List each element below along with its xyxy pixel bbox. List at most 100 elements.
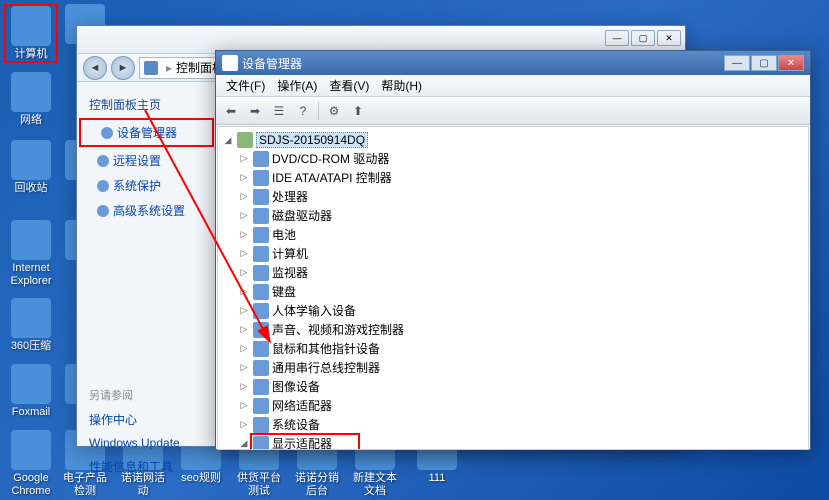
expand-icon[interactable]: ◢ xyxy=(238,438,250,449)
device-icon xyxy=(253,170,269,186)
desktop-icon[interactable]: Foxmail xyxy=(4,364,58,419)
expand-icon[interactable]: ▷ xyxy=(238,267,250,278)
tree-category[interactable]: ▷通用串行总线控制器 xyxy=(222,358,804,377)
node-label: 电池 xyxy=(272,226,296,243)
expand-icon[interactable]: ▷ xyxy=(238,286,250,297)
desktop-icon[interactable]: 网络 xyxy=(4,72,58,127)
tree-category[interactable]: ▷ 图像设备 xyxy=(222,377,804,396)
sidebar-header: 控制面板主页 xyxy=(77,92,216,117)
tree-category[interactable]: ▷ 键盘 xyxy=(222,282,804,301)
expand-icon[interactable]: ▷ xyxy=(238,324,250,335)
maximize-button[interactable]: ▢ xyxy=(631,30,655,46)
desktop-icon[interactable]: Internet Explorer xyxy=(4,220,58,288)
node-label: 网络适配器 xyxy=(272,397,332,414)
app-icon xyxy=(11,298,51,338)
device-icon xyxy=(253,398,269,414)
sidebar-link[interactable]: 设备管理器 xyxy=(79,118,214,147)
device-manager-window: 设备管理器 — ▢ ✕ 文件(F)操作(A)查看(V)帮助(H) ⬅ ➡ ☰ ?… xyxy=(215,50,811,450)
menu-item[interactable]: 帮助(H) xyxy=(375,75,428,96)
minimize-button[interactable]: — xyxy=(724,55,750,71)
expand-icon[interactable]: ▷ xyxy=(238,305,250,316)
desktop-icon[interactable]: 计算机 xyxy=(4,4,58,63)
update-icon[interactable]: ⬆ xyxy=(347,100,369,122)
tree-root[interactable]: ◢ SDJS-20150914DQ xyxy=(222,131,804,149)
app-icon xyxy=(11,72,51,112)
app-icon xyxy=(11,364,51,404)
tree-category[interactable]: ▷声音、视频和游戏控制器 xyxy=(222,320,804,339)
device-icon xyxy=(253,284,269,300)
expand-icon[interactable]: ▷ xyxy=(238,210,250,221)
tree-category[interactable]: ▷ 鼠标和其他指针设备 xyxy=(222,339,804,358)
tree-category[interactable]: ▷DVD/CD-ROM 驱动器 xyxy=(222,149,804,168)
node-label: 图像设备 xyxy=(272,378,320,395)
expand-icon[interactable]: ▷ xyxy=(238,191,250,202)
node-label: 鼠标和其他指针设备 xyxy=(272,340,380,357)
back-icon[interactable]: ⬅ xyxy=(220,100,242,122)
tree-category[interactable]: ▷ 电池 xyxy=(222,225,804,244)
tree-category[interactable]: ▷系统设备 xyxy=(222,415,804,434)
dm-titlebar[interactable]: 设备管理器 — ▢ ✕ xyxy=(216,51,810,75)
menu-item[interactable]: 文件(F) xyxy=(220,75,271,96)
close-button[interactable]: ✕ xyxy=(778,55,804,71)
desktop-icon[interactable]: 回收站 xyxy=(4,140,58,195)
tree-category[interactable]: ▷计算机 xyxy=(222,244,804,263)
node-label: 处理器 xyxy=(272,188,308,205)
desktop-icon[interactable]: 360压缩 xyxy=(4,298,58,353)
dm-title-text: 设备管理器 xyxy=(242,55,302,72)
expand-icon[interactable]: ▷ xyxy=(238,248,250,259)
tree-category[interactable]: ▷监视器 xyxy=(222,263,804,282)
see-also-link[interactable]: Windows Update xyxy=(77,432,216,454)
device-tree[interactable]: ◢ SDJS-20150914DQ▷DVD/CD-ROM 驱动器▷IDE ATA/… xyxy=(217,126,809,450)
tree-category[interactable]: ▷人体学输入设备 xyxy=(222,301,804,320)
scan-icon[interactable]: ⚙ xyxy=(323,100,345,122)
fwd-icon[interactable]: ➡ xyxy=(244,100,266,122)
icon-label: 新建文本文档 xyxy=(348,472,402,498)
expand-icon[interactable]: ▷ xyxy=(238,419,250,430)
expand-icon[interactable]: ▷ xyxy=(238,343,250,354)
tree-category[interactable]: ▷磁盘驱动器 xyxy=(222,206,804,225)
expand-icon[interactable]: ▷ xyxy=(238,229,250,240)
node-label: 键盘 xyxy=(272,283,296,300)
view-icon[interactable]: ☰ xyxy=(268,100,290,122)
device-icon xyxy=(253,227,269,243)
shield-icon xyxy=(97,180,109,192)
help-icon[interactable]: ? xyxy=(292,100,314,122)
icon-label: 回收站 xyxy=(4,182,58,195)
tree-category[interactable]: ▷ 处理器 xyxy=(222,187,804,206)
menu-item[interactable]: 操作(A) xyxy=(271,75,323,96)
collapse-icon[interactable]: ◢ xyxy=(222,135,234,146)
expand-icon[interactable]: ▷ xyxy=(238,362,250,373)
menu-item[interactable]: 查看(V) xyxy=(323,75,375,96)
minimize-button[interactable]: — xyxy=(605,30,629,46)
sidebar-link[interactable]: 远程设置 xyxy=(77,148,216,173)
sidebar-link[interactable]: 系统保护 xyxy=(77,173,216,198)
dm-menubar: 文件(F)操作(A)查看(V)帮助(H) xyxy=(216,75,810,97)
sidebar-link[interactable]: 高级系统设置 xyxy=(77,198,216,223)
expand-icon[interactable]: ▷ xyxy=(238,400,250,411)
cp-sidebar: 控制面板主页 设备管理器远程设置系统保护高级系统设置 另请参阅 操作中心Wind… xyxy=(77,82,217,446)
icon-label: Foxmail xyxy=(4,406,58,419)
forward-button[interactable]: ► xyxy=(111,56,135,80)
icon-label: 360压缩 xyxy=(4,340,58,353)
expand-icon[interactable]: ▷ xyxy=(238,381,250,392)
expand-icon[interactable]: ▷ xyxy=(238,153,250,164)
link-label: 远程设置 xyxy=(113,152,161,169)
device-icon xyxy=(253,208,269,224)
close-button[interactable]: ✕ xyxy=(657,30,681,46)
tree-category[interactable]: ▷IDE ATA/ATAPI 控制器 xyxy=(222,168,804,187)
maximize-button[interactable]: ▢ xyxy=(751,55,777,71)
shield-icon xyxy=(101,127,113,139)
expand-icon[interactable]: ▷ xyxy=(238,172,250,183)
see-also-link[interactable]: 操作中心 xyxy=(77,407,216,432)
icon-label: Google Chrome xyxy=(4,472,58,498)
icon-label: 计算机 xyxy=(6,48,56,61)
back-button[interactable]: ◄ xyxy=(83,56,107,80)
device-icon xyxy=(253,189,269,205)
tree-category[interactable]: ▷ 网络适配器 xyxy=(222,396,804,415)
node-label: SDJS-20150914DQ xyxy=(256,132,368,148)
device-icon xyxy=(253,303,269,319)
desktop-icon[interactable]: Google Chrome xyxy=(4,430,58,498)
tree-category[interactable]: ◢显示适配器 xyxy=(222,434,804,450)
see-also-link[interactable]: 性能信息和工具 xyxy=(77,454,216,479)
dm-app-icon xyxy=(222,55,238,71)
